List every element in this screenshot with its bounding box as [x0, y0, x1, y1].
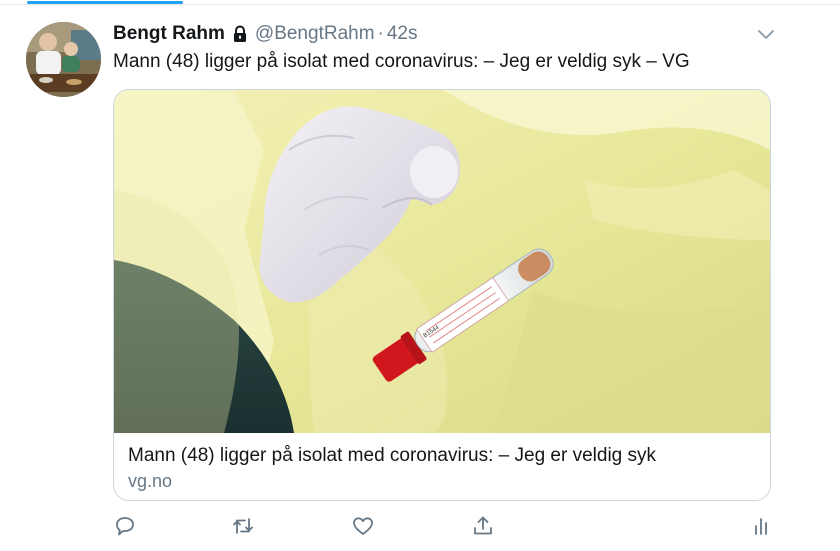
chevron-down-icon[interactable] [756, 24, 776, 44]
heart-icon[interactable] [351, 514, 375, 538]
link-card[interactable]: B1544 Mann (48) ligger på isolat med cor… [113, 89, 771, 501]
active-tab-indicator [27, 1, 183, 4]
analytics-icon[interactable] [749, 514, 773, 538]
card-domain: vg.no [128, 471, 173, 491]
lock-icon [231, 25, 249, 43]
timestamp[interactable]: 42s [387, 23, 418, 45]
user-handle[interactable]: @BengtRahm [255, 23, 375, 45]
tweet-header: Bengt Rahm @BengtRahm · 42s [113, 21, 418, 47]
avatar[interactable] [26, 22, 101, 97]
display-name[interactable]: Bengt Rahm [113, 23, 225, 45]
tweet-actions [113, 514, 773, 540]
card-title: Mann (48) ligger på isolat med coronavir… [128, 445, 657, 466]
tweet-text: Mann (48) ligger på isolat med coronavir… [113, 51, 690, 72]
separator-dot: · [377, 23, 384, 44]
retweet-icon[interactable] [231, 514, 255, 538]
top-divider [0, 4, 840, 5]
reply-icon[interactable] [113, 514, 137, 538]
share-icon[interactable] [471, 514, 495, 538]
card-image: B1544 [114, 90, 770, 433]
